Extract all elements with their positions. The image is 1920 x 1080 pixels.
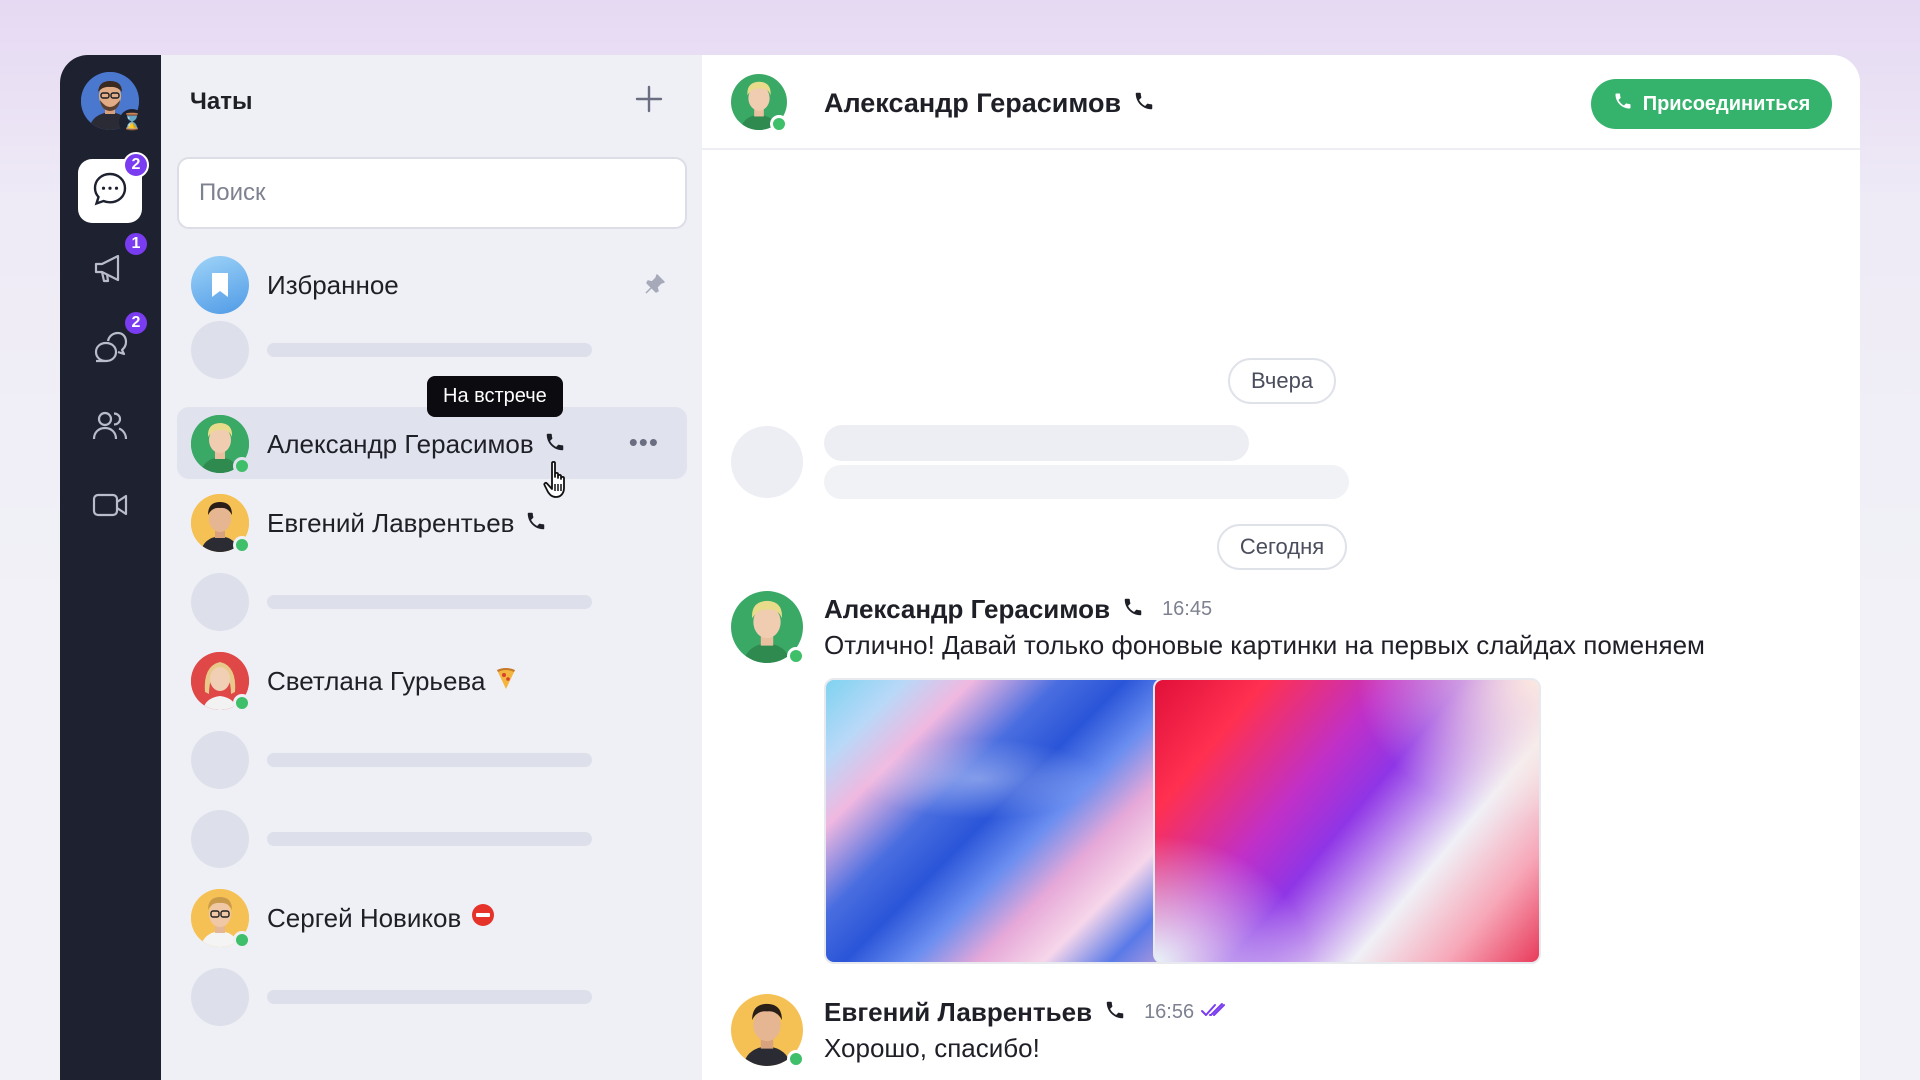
online-indicator bbox=[233, 931, 251, 949]
plus-icon bbox=[634, 84, 664, 119]
online-indicator bbox=[233, 536, 251, 554]
threads-badge: 2 bbox=[123, 310, 149, 336]
search-input[interactable] bbox=[177, 157, 687, 229]
more-options-icon[interactable]: ••• bbox=[629, 427, 659, 458]
placeholder-avatar bbox=[731, 426, 803, 498]
chat-item-name-row: Сергей Новиков bbox=[267, 903, 495, 934]
chat-item-placeholder bbox=[177, 960, 687, 1032]
phone-icon bbox=[1133, 88, 1155, 119]
placeholder-bar bbox=[267, 753, 592, 767]
message-author[interactable]: Евгений Лаврентьев bbox=[824, 997, 1092, 1028]
read-checkmarks-icon bbox=[1200, 1002, 1226, 1023]
hand-cursor-icon bbox=[543, 460, 573, 505]
placeholder-bar bbox=[267, 832, 592, 846]
chat-item-placeholder bbox=[177, 313, 687, 385]
pin-icon bbox=[643, 272, 667, 301]
header-contact-name: Александр Герасимов bbox=[824, 88, 1122, 118]
placeholder-avatar bbox=[191, 731, 249, 789]
nav-rail: ⌛ 2 1 2 bbox=[60, 55, 161, 1080]
rail-chats-button[interactable]: 2 bbox=[78, 152, 149, 223]
message-time: 16:45 bbox=[1162, 598, 1213, 620]
online-indicator bbox=[787, 1050, 805, 1068]
join-call-button[interactable]: Присоединиться bbox=[1591, 79, 1832, 129]
placeholder-avatar bbox=[191, 321, 249, 379]
contacts-icon bbox=[91, 407, 129, 450]
chat-item-name: Александр Герасимов bbox=[267, 429, 534, 459]
message-text: Хорошо, спасибо! bbox=[824, 1033, 1040, 1063]
online-indicator bbox=[233, 694, 251, 712]
phone-icon bbox=[525, 508, 547, 539]
chat-item-name: Сергей Новиков bbox=[267, 903, 462, 933]
placeholder-bar bbox=[824, 425, 1249, 461]
app-window: ⌛ 2 1 2 Чаты Поиск Избранное Александр Г… bbox=[60, 55, 1860, 1080]
phone-icon bbox=[1104, 999, 1126, 1026]
placeholder-bar bbox=[267, 343, 592, 357]
placeholder-avatar bbox=[191, 573, 249, 631]
placeholder-bar bbox=[267, 990, 592, 1004]
video-icon bbox=[91, 486, 129, 529]
phone-icon bbox=[1613, 91, 1633, 117]
chat-item-placeholder bbox=[177, 802, 687, 874]
chats-badge: 2 bbox=[123, 152, 149, 178]
chat-item-name-row: Евгений Лаврентьев bbox=[267, 508, 547, 539]
placeholder-avatar bbox=[191, 810, 249, 868]
rail-video-button[interactable] bbox=[78, 475, 142, 539]
chat-item-name: Евгений Лаврентьев bbox=[267, 508, 515, 538]
online-indicator bbox=[233, 457, 251, 475]
online-indicator bbox=[787, 647, 805, 665]
placeholder-avatar bbox=[191, 968, 249, 1026]
pizza-icon bbox=[495, 666, 517, 697]
message-author[interactable]: Александр Герасимов bbox=[824, 594, 1110, 625]
conversation-header: Александр Герасимов Присоединиться bbox=[702, 55, 1860, 150]
rail-channels-button[interactable]: 1 bbox=[78, 231, 149, 302]
message-text: Отлично! Давай только фоновые картинки н… bbox=[824, 630, 1705, 660]
chat-item-name-row: Светлана Гурьева bbox=[267, 666, 517, 697]
chat-item-name: Светлана Гурьева bbox=[267, 666, 486, 696]
conversation-panel: Александр Герасимов Присоединиться Вчера… bbox=[702, 55, 1860, 1080]
favorites-avatar bbox=[191, 256, 249, 314]
chat-item-name: Избранное bbox=[267, 270, 399, 300]
placeholder-bar bbox=[267, 595, 592, 609]
date-separator-yesterday: Вчера bbox=[1228, 358, 1336, 404]
chat-list-title: Чаты bbox=[190, 88, 253, 115]
no-entry-icon bbox=[471, 903, 495, 934]
message-header: Александр Герасимов 16:45 bbox=[824, 594, 1212, 625]
date-separator-today: Сегодня bbox=[1217, 524, 1347, 570]
message-image-gradient[interactable] bbox=[1153, 678, 1541, 964]
join-call-label: Присоединиться bbox=[1642, 92, 1811, 115]
new-chat-button[interactable] bbox=[629, 81, 669, 121]
rail-contacts-button[interactable] bbox=[78, 396, 142, 460]
threads-icon bbox=[91, 328, 129, 371]
chat-item-sergey[interactable]: Сергей Новиков bbox=[177, 881, 687, 953]
header-title: Александр Герасимов bbox=[824, 88, 1155, 119]
placeholder-bar bbox=[824, 465, 1349, 499]
message-time: 16:56 bbox=[1144, 1001, 1195, 1023]
phone-icon bbox=[544, 429, 566, 460]
chat-item-favorites[interactable]: Избранное bbox=[177, 248, 687, 320]
chat-item-placeholder bbox=[177, 723, 687, 795]
chat-item-svetlana[interactable]: Светлана Гурьева bbox=[177, 644, 687, 716]
message-header: Евгений Лаврентьев 16:56 bbox=[824, 997, 1226, 1028]
chat-item-name-row: Александр Герасимов bbox=[267, 429, 566, 460]
status-tooltip: На встрече bbox=[427, 376, 563, 417]
chat-item-placeholder bbox=[177, 565, 687, 637]
megaphone-icon bbox=[92, 250, 128, 291]
chat-bubble-icon bbox=[91, 170, 129, 213]
channels-badge: 1 bbox=[123, 231, 149, 257]
rail-threads-button[interactable]: 2 bbox=[78, 310, 149, 381]
chat-item-aleksandr[interactable]: Александр Герасимов ••• bbox=[177, 407, 687, 479]
online-indicator bbox=[770, 115, 788, 133]
hourglass-icon: ⌛ bbox=[119, 109, 145, 135]
chat-item-evgeny[interactable]: Евгений Лаврентьев bbox=[177, 486, 687, 558]
phone-icon bbox=[1122, 596, 1144, 623]
chat-list-panel: Чаты Избранное bbox=[161, 55, 702, 1080]
